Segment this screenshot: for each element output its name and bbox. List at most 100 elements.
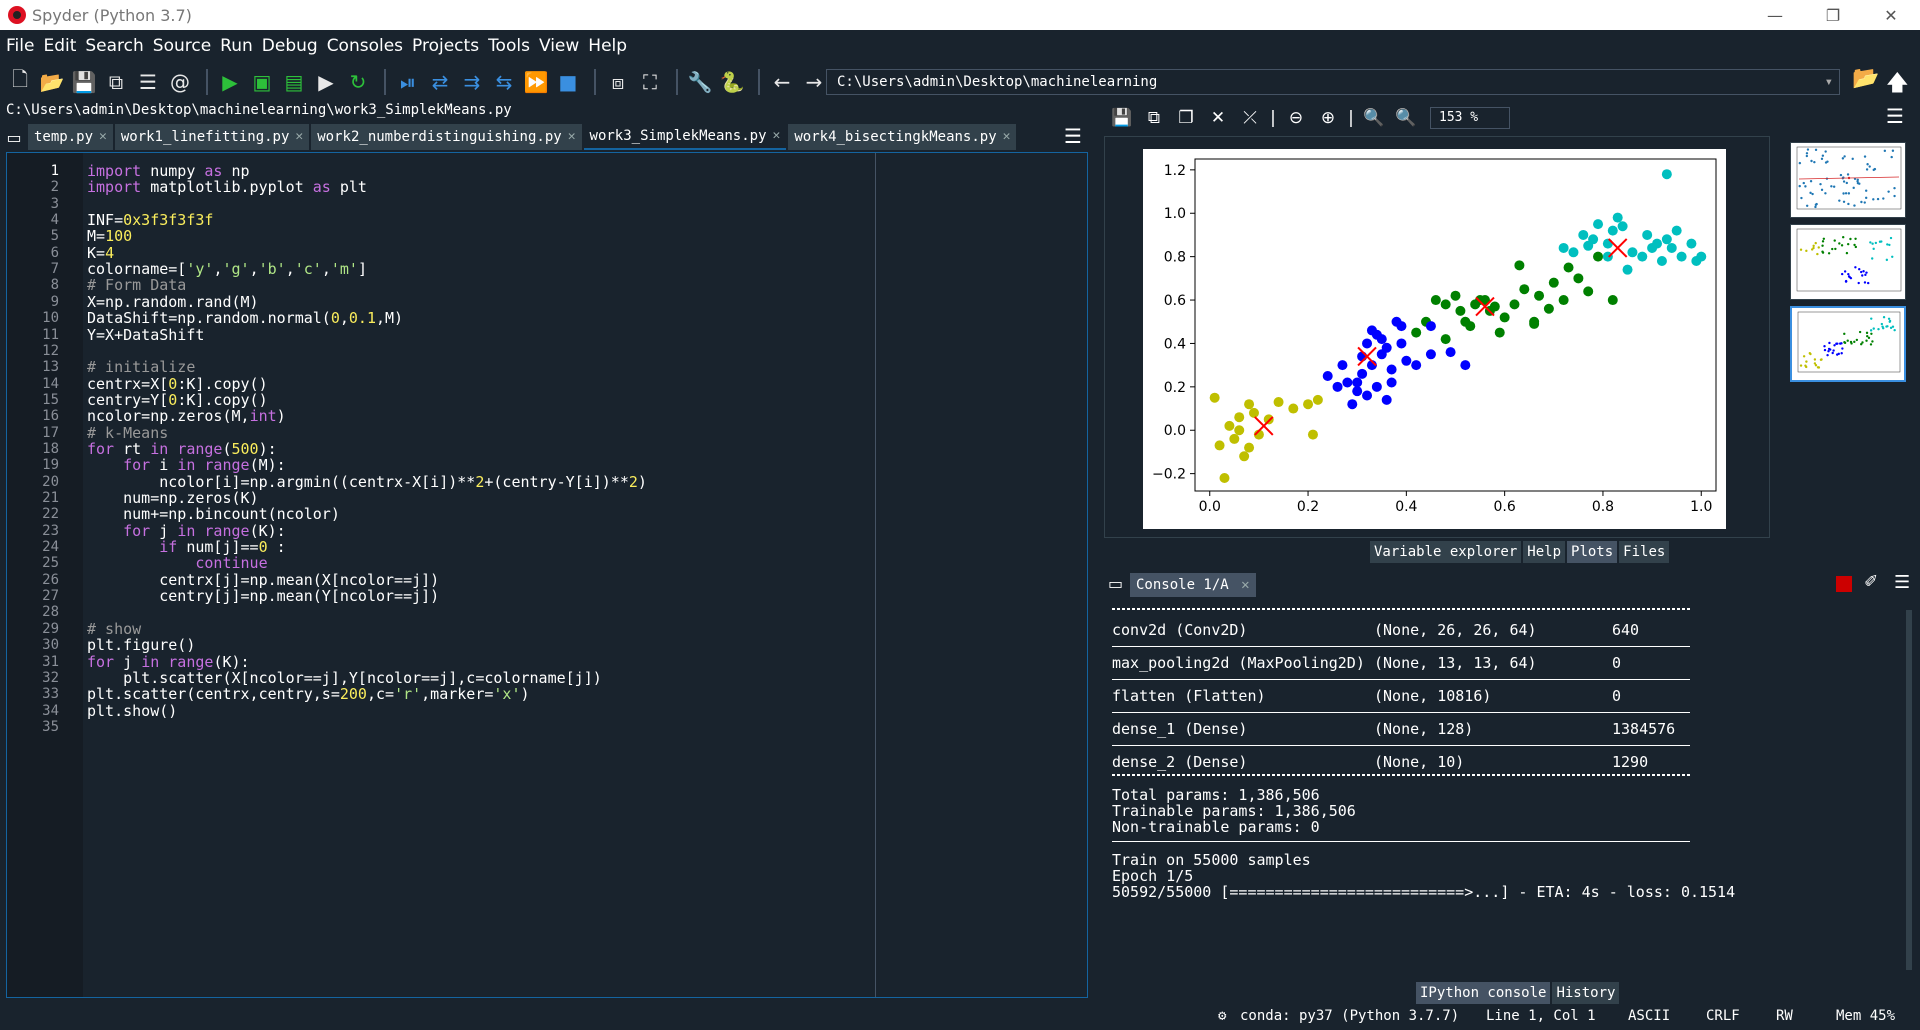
save-plot-icon[interactable]: 💾 [1108,108,1136,128]
thumbnail-point [1840,352,1843,355]
working-directory-field[interactable]: C:\Users\admin\Desktop\machinelearning ▾ [826,69,1840,95]
copy-plot-icon[interactable]: ❐ [1172,108,1200,128]
step-return-icon[interactable]: ⇆ [490,68,518,96]
tab-files[interactable]: Files [1619,541,1670,563]
zoom-level-field[interactable]: 153 % [1430,107,1510,129]
run-selection-icon[interactable]: ▶ [312,68,340,96]
y-tick-label: 0.4 [1164,336,1186,352]
thumbnail-point [1888,319,1892,323]
plots-options-menu-icon[interactable]: ☰ [1886,104,1904,128]
ipython-console[interactable]: conv2d (Conv2D) (None, 26, 26, 64) 640 max… [1104,600,1904,974]
x-tick-label: 0.6 [1494,499,1516,515]
rerun-icon[interactable]: ↻ [344,68,372,96]
file-permissions: RW [1776,1008,1793,1024]
preferences-wrench-icon[interactable]: 🔧 [686,68,714,96]
save-icon[interactable]: 💾 [70,68,98,96]
thumbnail-point [1872,198,1875,201]
continue-icon[interactable]: ⏩ [522,68,550,96]
console-scrollbar[interactable] [1906,610,1912,970]
minimize-button[interactable]: — [1746,0,1804,30]
console-tab[interactable]: Console 1/A ✕ [1130,573,1256,597]
menu-help[interactable]: Help [588,36,627,56]
maximize-pane-icon[interactable]: ⧈ [604,68,632,96]
tab-plots[interactable]: Plots [1567,541,1618,563]
run-icon[interactable]: ▶ [216,68,244,96]
separator-double [1112,608,1690,610]
step-into-icon[interactable]: ⇉ [458,68,486,96]
back-arrow-icon[interactable]: ← [768,68,796,96]
tab-variable-explorer[interactable]: Variable explorer [1370,541,1522,563]
interrupt-kernel-icon[interactable] [1836,576,1852,592]
scatter-point [1381,394,1392,405]
remove-all-plots-icon[interactable]: ⤫ [1236,108,1264,128]
restore-button[interactable]: ❐ [1804,0,1862,30]
tab-work4[interactable]: work4_bisectingkMeans.py ✕ [788,124,1017,150]
close-tab-icon[interactable]: ✕ [1003,124,1011,150]
menu-run[interactable]: Run [220,36,253,56]
tab-work2[interactable]: work2_numberdistinguishing.py ✕ [311,124,582,150]
new-file-icon[interactable]: 🗋 [6,67,34,96]
tab-work1[interactable]: work1_linefitting.py ✕ [114,124,310,150]
close-button[interactable]: ✕ [1862,0,1920,30]
next-plot-icon[interactable]: ⊕ [1314,108,1342,128]
scatter-point [1401,355,1412,366]
clear-console-icon[interactable]: ✐ [1864,572,1878,592]
close-tab-icon[interactable]: ✕ [568,124,576,150]
close-tab-icon[interactable]: ✕ [295,124,303,150]
save-all-plots-icon[interactable]: ⧉ [1140,108,1168,128]
menu-tools[interactable]: Tools [488,36,530,56]
plot-thumbnail-3[interactable] [1790,306,1906,382]
parent-directory-icon[interactable]: 🡅 [1886,66,1909,104]
plot-thumbnail-2[interactable] [1790,224,1906,300]
code-line: import matplotlib.pyplot as plt [87,178,367,197]
save-all-icon[interactable]: ⧉ [102,68,130,96]
browse-consoles-icon[interactable]: ▭ [1108,574,1123,593]
outline-list-icon[interactable]: ☰ [134,68,162,96]
code-editor[interactable]: 1 2 3 4 5 6 7 8 9 10 11 12 13 14 15 16 17 18 19 20 21 22 23 24 2… [6,152,1088,998]
step-icon[interactable]: ⇄ [426,68,454,96]
pane-splitter[interactable] [1092,102,1098,1002]
menu-view[interactable]: View [539,36,579,56]
thumbnail-point [1833,344,1836,347]
plot-thumbnail-1[interactable] [1790,142,1906,218]
editor-options-menu-icon[interactable]: ☰ [1064,124,1082,148]
menu-consoles[interactable]: Consoles [327,36,403,56]
zoom-in-icon[interactable]: 🔍 [1392,108,1420,128]
open-folder-icon[interactable]: 📂 [38,68,66,96]
code-area[interactable]: import numpy as np import matplotlib.pypl… [87,153,1077,997]
tab-ipython-console[interactable]: IPython console [1416,982,1551,1004]
tab-temp[interactable]: temp.py ✕ [28,124,113,150]
close-tab-icon[interactable]: ✕ [1241,577,1249,593]
fullscreen-icon[interactable]: ⛶ [636,68,664,96]
run-cell-advance-icon[interactable]: ▤ [280,68,308,96]
tab-history[interactable]: History [1552,982,1620,1004]
forward-arrow-icon[interactable]: → [800,68,828,96]
browse-tabs-icon[interactable]: ▭ [0,124,28,150]
previous-plot-icon[interactable]: ⊖ [1282,108,1310,128]
menu-search[interactable]: Search [85,36,143,56]
y-tick-label: −0.2 [1152,467,1186,483]
chevron-down-icon[interactable]: ▾ [1825,70,1833,94]
scatter-point [1671,225,1682,236]
remove-plot-icon[interactable]: ✕ [1204,108,1232,128]
menu-file[interactable]: File [6,36,34,56]
debug-icon[interactable]: ⏯ [394,68,422,96]
thumbnail-point [1824,192,1827,195]
zoom-out-icon[interactable]: 🔍 [1360,108,1388,128]
tab-help[interactable]: Help [1523,541,1566,563]
console-options-menu-icon[interactable]: ☰ [1894,572,1910,593]
at-sign-icon[interactable]: @ [166,68,194,96]
menu-source[interactable]: Source [153,36,211,56]
stop-icon[interactable]: ■ [554,68,582,96]
thumbnail-point [1863,155,1867,158]
run-cell-icon[interactable]: ▣ [248,68,276,96]
menu-edit[interactable]: Edit [43,36,76,56]
menu-projects[interactable]: Projects [412,36,479,56]
browse-folder-icon[interactable]: 📂 [1852,66,1879,91]
thumbnail-point [1805,365,1808,369]
python-path-icon[interactable]: 🐍 [718,68,746,96]
tab-work3[interactable]: work3_SimplekMeans.py ✕ [583,123,787,150]
menu-debug[interactable]: Debug [262,36,318,56]
close-tab-icon[interactable]: ✕ [99,124,107,150]
close-tab-icon[interactable]: ✕ [773,123,781,149]
